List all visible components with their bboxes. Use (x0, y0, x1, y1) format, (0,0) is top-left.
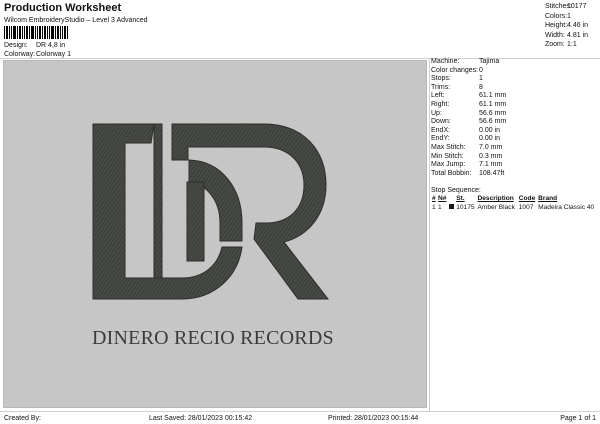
stat-row: Colors: 1 (545, 12, 599, 22)
machine-row: EndY: 0.00 in (431, 135, 597, 144)
machine-value: 0.00 in (479, 126, 501, 134)
stat-row: Stitches: 10177 (545, 2, 599, 12)
machine-row: Machine: Tajima (431, 58, 597, 67)
stat-value: 1:1 (567, 41, 577, 48)
worksheet-header: Production Worksheet Wilcom EmbroiderySt… (0, 0, 600, 58)
stat-row: Width: 4.81 in (545, 31, 599, 41)
machine-row: Total Bobbin: 108.47ft (431, 170, 597, 179)
column-header (448, 195, 455, 204)
design-stats: Stitches: 10177 Colors: 1 Height: 4.46 in W… (545, 2, 599, 50)
design-value: DR 4,8 in (36, 42, 66, 49)
machine-label: Machine: (431, 58, 460, 65)
colorway-value: Colorway 1 (36, 51, 72, 58)
stat-label: Zoom: (545, 41, 565, 48)
stop-sequence-table: # N# St. Description Code Brand 1 1 1017… (431, 195, 598, 212)
machine-row: EndX: 0.00 in (431, 127, 597, 136)
machine-value: 7.1 mm (479, 161, 503, 169)
page-title: Production Worksheet (4, 2, 122, 14)
machine-row: Left: 61.1 mm (431, 92, 597, 101)
created-by: Created By: (4, 415, 41, 422)
machine-label: Color changes: (431, 66, 479, 74)
stat-value: 10177 (567, 3, 587, 10)
machine-row: Up: 56.6 mm (431, 110, 597, 119)
machine-row: Down: 56.6 mm (431, 118, 597, 127)
stat-value: 1 (567, 12, 571, 20)
machine-label: Trims: (431, 83, 451, 91)
table-row: 1 1 10175 Amber Black 1007 Madeira Class… (431, 204, 598, 213)
last-saved: Last Saved: 28/01/2023 00:15:42 (149, 415, 253, 422)
printed-date: Printed: 28/01/2023 00:15:44 (328, 415, 419, 422)
machine-value: 61.1 mm (479, 100, 507, 108)
machine-info-panel: Machine: Tajima Color changes: 0 Stops: 1 T… (431, 58, 597, 178)
design-label: Design: (4, 42, 28, 49)
cell-stitches: 10175 (456, 203, 475, 211)
cell-n: 1 (437, 203, 442, 211)
machine-value: 61.1 mm (479, 92, 507, 100)
machine-value: 0 (479, 66, 483, 74)
stat-value: 4.81 in (567, 31, 589, 39)
cell-brand: Madeira Classic 40 (538, 203, 595, 211)
stat-label: Stitches: (545, 3, 572, 10)
column-header: St. (456, 195, 465, 202)
machine-label: Down: (431, 118, 451, 126)
cell-swatch (448, 204, 455, 213)
stat-label: Height: (545, 22, 568, 29)
machine-row: Min Stitch: 0.3 mm (431, 153, 597, 162)
machine-value: 8 (479, 83, 483, 91)
machine-row: Stops: 1 (431, 75, 597, 84)
machine-value: Tajima (479, 58, 500, 65)
machine-value: 1 (479, 75, 483, 83)
column-header: Code (518, 195, 536, 202)
machine-label: Stops: (431, 75, 451, 83)
machine-label: EndX: (431, 126, 451, 134)
design-row: Design: DR 4,8 in (4, 41, 65, 50)
barcode-image (4, 26, 82, 39)
machine-row: Trims: 8 (431, 84, 597, 93)
machine-value: 0.00 in (479, 135, 501, 143)
software-subtitle: Wilcom EmbroideryStudio – Level 3 Advanc… (4, 17, 148, 24)
dr-logo-graphic (92, 123, 330, 300)
machine-value: 56.6 mm (479, 118, 507, 126)
color-swatch (448, 204, 454, 210)
panel-divider (429, 58, 430, 411)
machine-label: Max Stitch: (431, 143, 466, 151)
stat-label: Width: (545, 31, 565, 39)
table-header-row: # N# St. Description Code Brand (431, 195, 598, 204)
design-brand-text: DINERO RECIO RECORDS (92, 327, 334, 349)
machine-value: 108.47ft (479, 169, 505, 177)
column-header: N# (437, 195, 447, 202)
stat-label: Colors: (545, 12, 568, 20)
machine-value: 7.0 mm (479, 143, 503, 151)
design-preview: DINERO RECIO RECORDS (3, 60, 427, 408)
machine-row: Max Jump: 7.1 mm (431, 161, 597, 170)
machine-row: Max Stitch: 7.0 mm (431, 144, 597, 153)
cell-description: Amber Black (477, 203, 515, 211)
stat-row: Height: 4.46 in (545, 21, 599, 31)
machine-label: Up: (431, 109, 442, 117)
worksheet-footer: Created By: Last Saved: 28/01/2023 00:15… (0, 411, 600, 424)
stat-value: 4.46 in (567, 22, 589, 29)
machine-label: Left: (431, 92, 445, 100)
machine-label: Min Stitch: (431, 152, 464, 160)
column-header: Brand (538, 195, 558, 202)
stat-row: Zoom: 1:1 (545, 40, 599, 50)
machine-label: Right: (431, 100, 450, 108)
machine-row: Right: 61.1 mm (431, 101, 597, 110)
page-number: Page 1 of 1 (560, 415, 596, 422)
machine-value: 0.3 mm (479, 152, 503, 160)
machine-value: 56.6 mm (479, 109, 507, 117)
machine-label: Total Bobbin: (431, 169, 472, 177)
column-header: Description (477, 195, 514, 202)
stop-sequence-title: Stop Sequence: (431, 187, 481, 194)
machine-label: EndY: (431, 135, 450, 143)
machine-row: Color changes: 0 (431, 67, 597, 76)
cell-code: 1007 (518, 203, 534, 211)
machine-label: Max Jump: (431, 161, 466, 169)
